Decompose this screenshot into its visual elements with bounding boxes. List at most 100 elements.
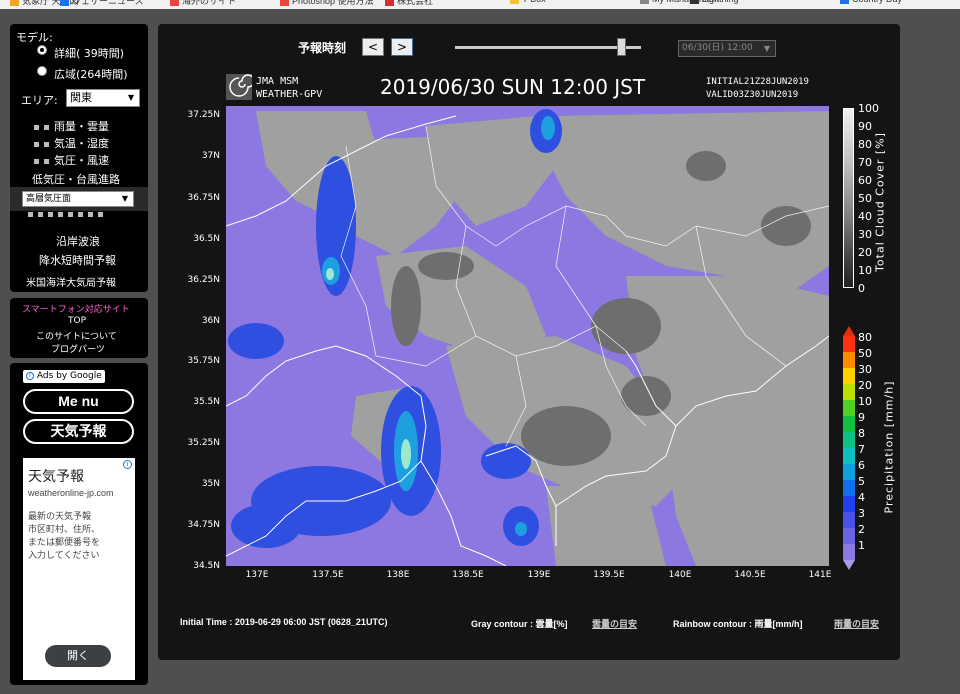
links-panel: スマートフォン対応サイト TOP このサイトについて ブログパーツ xyxy=(10,298,148,358)
forecast-date-select[interactable]: 06/30(日) 12:00 ▼ xyxy=(678,40,776,57)
bookmark-icon xyxy=(170,0,179,7)
bookmark-item[interactable]: ウェザーニュース xyxy=(60,0,144,7)
level-icon xyxy=(68,212,73,217)
ad-open-button[interactable]: 開く xyxy=(45,645,111,667)
blog-parts-link[interactable]: ブログパーツ xyxy=(51,342,105,355)
top-link[interactable]: TOP xyxy=(68,316,86,326)
logo-line1: JMA MSM xyxy=(256,76,299,87)
forecast-map[interactable] xyxy=(226,106,829,566)
nowcast-link[interactable]: 降水短時間予報 xyxy=(39,252,116,268)
bookmark-label: Y-Box xyxy=(522,0,546,4)
model-radio-wide[interactable] xyxy=(37,66,47,76)
lat-tick: 35.5N xyxy=(193,397,220,407)
forecast-time-label: 予報時刻 xyxy=(298,41,347,55)
ad-body-line: 最新の天気予報 xyxy=(28,511,92,521)
ad-body-line: または郵便番号を xyxy=(28,537,101,547)
model-label: モデル: xyxy=(16,31,53,44)
ad-info-icon[interactable]: i xyxy=(123,460,132,469)
time-slider-track[interactable] xyxy=(455,46,641,49)
about-link[interactable]: このサイトについて xyxy=(36,329,117,342)
layer-temp-humidity[interactable]: 気温・湿度 xyxy=(34,135,109,151)
precip-tick: 50 xyxy=(858,347,872,360)
bullet-icon xyxy=(44,141,49,147)
lon-tick: 137E xyxy=(245,570,269,580)
logo-line2: WEATHER-GPV xyxy=(256,89,323,100)
model-option-detail[interactable]: 詳細( 39時間) xyxy=(54,45,124,61)
smartphone-link[interactable]: スマートフォン対応サイト xyxy=(22,302,130,315)
weather-map-graphic xyxy=(226,106,829,566)
lat-tick: 35N xyxy=(201,479,220,489)
ad-body: 最新の天気予報 市区町村、住所、 または郵便番号を 入力してください xyxy=(28,510,100,562)
bookmark-label: Lightning xyxy=(702,0,739,4)
layer-rain-cloud[interactable]: 雨量・雲量 xyxy=(34,118,109,134)
next-time-button[interactable]: > xyxy=(391,38,413,56)
typhoon-link[interactable]: 低気圧・台風進路 xyxy=(32,171,120,187)
cloud-tick: 90 xyxy=(858,120,872,133)
coastal-wave-link[interactable]: 沿岸波浪 xyxy=(56,233,100,249)
model-option-wide[interactable]: 広域(264時間) xyxy=(54,66,128,82)
precip-tick: 30 xyxy=(858,363,872,376)
rain-guide-link-text: 雨量の目安 xyxy=(834,619,880,629)
bullet-icon xyxy=(34,141,39,147)
cloud-tick: 40 xyxy=(858,210,872,223)
cloud-tick: 10 xyxy=(858,264,872,277)
lat-tick: 37N xyxy=(201,151,220,161)
info-icon: i xyxy=(26,371,34,380)
bookmark-item[interactable]: 海外のサイト xyxy=(170,0,236,7)
bookmark-icon xyxy=(60,0,69,7)
rain-guide-link[interactable]: 雨量の目安 xyxy=(834,617,879,630)
model-radio-detail[interactable] xyxy=(37,45,47,55)
lon-tick: 140E xyxy=(668,570,692,580)
level-icon xyxy=(28,212,33,217)
bookmark-item[interactable]: Photoshop 使用方法 xyxy=(280,0,374,7)
cloud-tick: 60 xyxy=(858,174,872,187)
noaa-link[interactable]: 米国海洋大気局予報 xyxy=(26,274,116,289)
lat-tick: 35.25N xyxy=(187,438,221,448)
bookmark-icon xyxy=(510,0,519,5)
initial-time-code: INITIAL21Z28JUN2019 xyxy=(706,77,809,87)
bookmark-item[interactable]: 株式会社 xyxy=(385,0,433,7)
forecast-panel: 予報時刻 < > 06/30(日) 12:00 ▼ JMA MSM WEATHER… xyxy=(158,24,900,660)
weather-forecast-button[interactable]: 天気予報 xyxy=(23,419,134,444)
layer-label: 気圧・風速 xyxy=(54,154,109,167)
bookmark-item[interactable]: Y-Box xyxy=(510,0,546,5)
cloud-guide-link[interactable]: 雲量の目安 xyxy=(592,617,637,630)
lat-tick: 36.5N xyxy=(193,234,220,244)
menu-button[interactable]: Me nu xyxy=(23,389,134,414)
cloud-tick: 0 xyxy=(858,282,865,295)
prev-time-button[interactable]: < xyxy=(362,38,384,56)
precip-tick: 9 xyxy=(858,411,865,424)
cloud-tick: 30 xyxy=(858,228,872,241)
precip-tick: 4 xyxy=(858,491,865,504)
bookmark-item[interactable]: Country Day xyxy=(840,0,902,5)
level-icon xyxy=(38,212,43,217)
ads-by-google[interactable]: i Ads by Google xyxy=(23,370,105,383)
precip-tick: 1 xyxy=(858,539,865,552)
lat-tick: 36N xyxy=(201,316,220,326)
ad-panel: i Ads by Google Me nu 天気予報 i 天気予報 weathe… xyxy=(10,363,148,685)
area-select[interactable]: 関東 ▼ xyxy=(66,89,140,107)
precip-tick: 20 xyxy=(858,379,872,392)
bookmark-item[interactable]: Lightning xyxy=(690,0,739,5)
cloud-tick: 20 xyxy=(858,246,872,259)
bookmark-icon xyxy=(840,0,849,5)
level-icon xyxy=(48,212,53,217)
lon-tick: 137.5E xyxy=(312,570,344,580)
layer-pressure-wind[interactable]: 気圧・風速 xyxy=(34,152,109,168)
time-slider-thumb[interactable] xyxy=(617,38,627,56)
valid-time-code: VALID03Z30JUN2019 xyxy=(706,90,799,100)
ad-body-line: 入力してください xyxy=(28,550,100,560)
altitude-select[interactable]: 高層気圧面 ▼ xyxy=(22,191,134,207)
bookmark-icon xyxy=(640,0,649,5)
lon-tick: 140.5E xyxy=(734,570,766,580)
lat-tick: 36.75N xyxy=(187,193,221,203)
bullet-icon xyxy=(34,158,39,164)
ad-card[interactable]: i 天気予報 weatheronline-jp.com 最新の天気予報 市区町村… xyxy=(23,458,135,680)
chevron-down-icon: ▼ xyxy=(121,194,128,203)
precip-tick: 3 xyxy=(858,507,865,520)
layer-label: 雨量・雲量 xyxy=(54,120,109,133)
precip-tick: 80 xyxy=(858,331,872,344)
bullet-icon xyxy=(44,158,49,164)
altitude-level-squares[interactable] xyxy=(28,210,108,219)
lon-tick: 139E xyxy=(527,570,551,580)
